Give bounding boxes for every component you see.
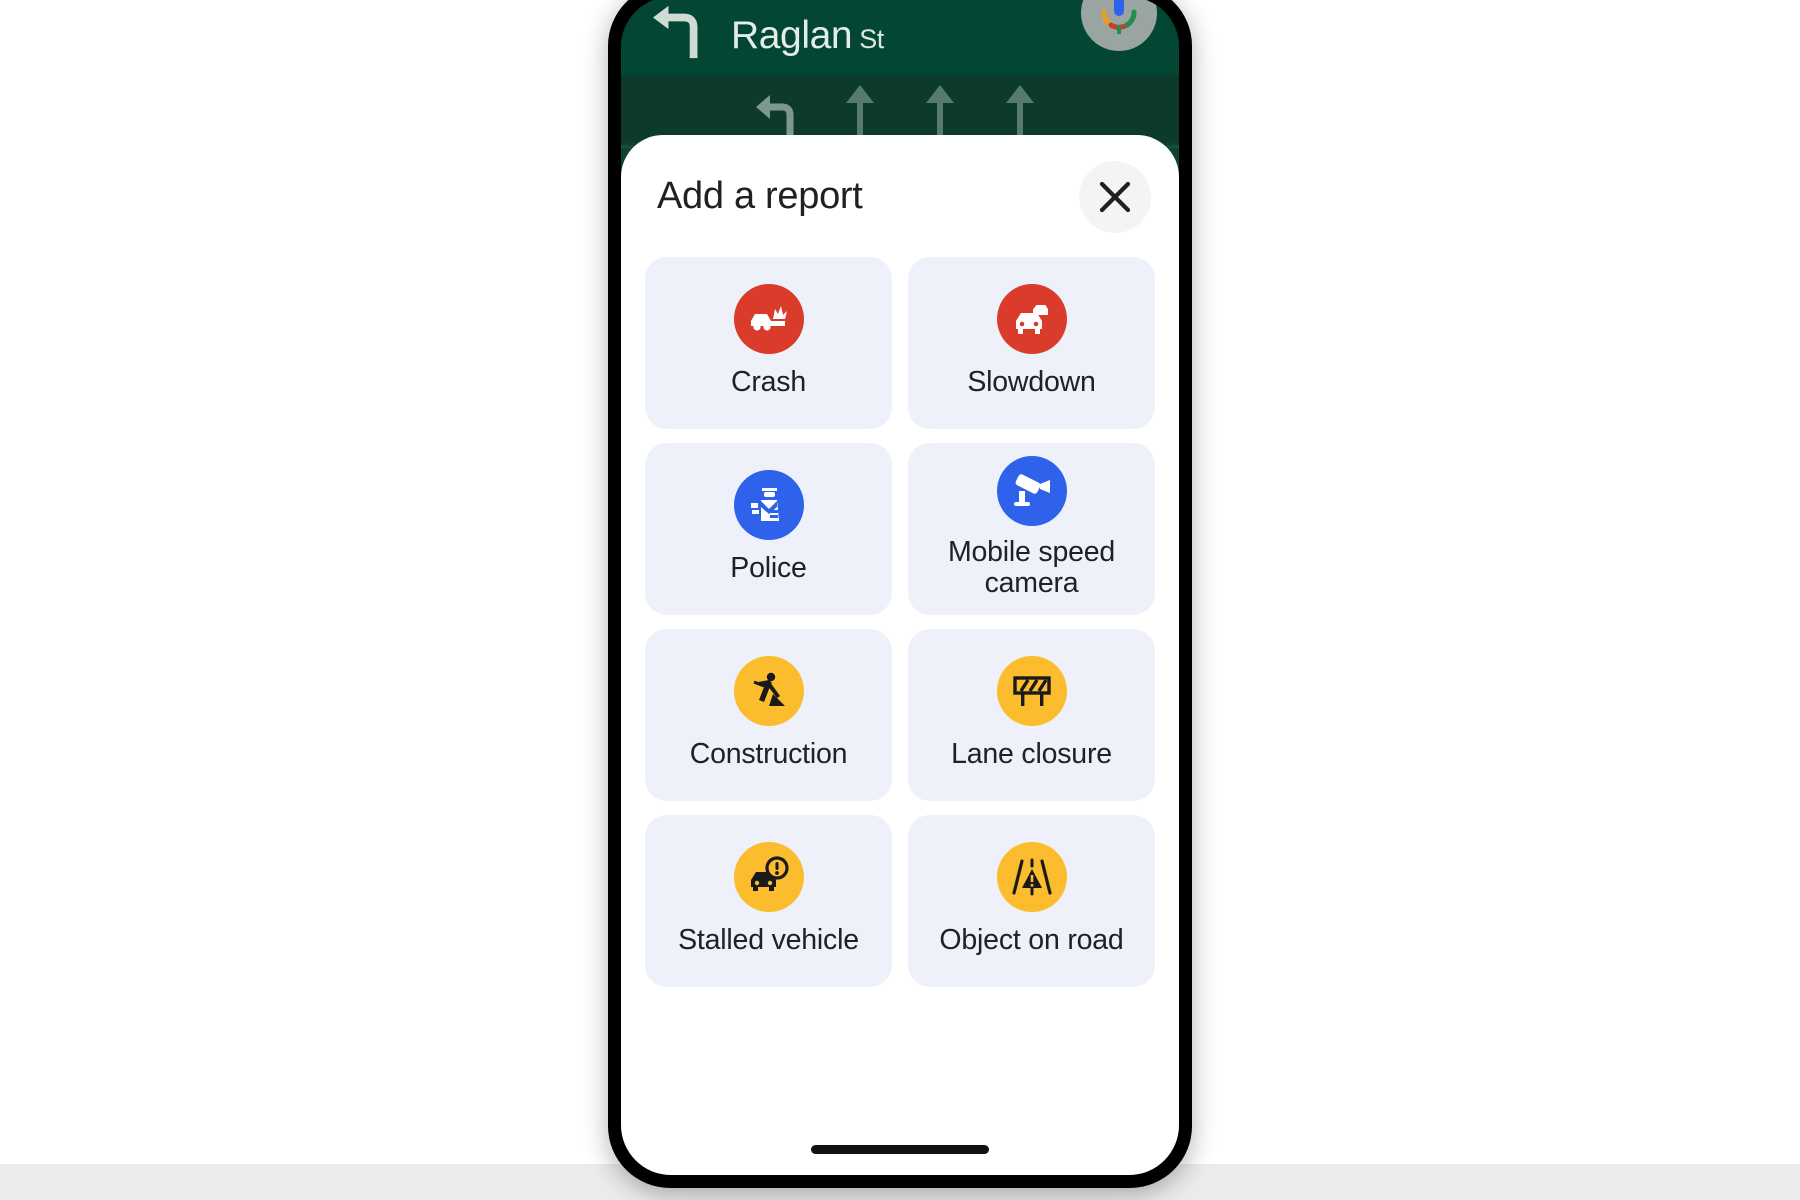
crash-glyph: [750, 306, 787, 331]
sheet-header: Add a report: [643, 135, 1157, 257]
slowdown-glyph: [1015, 303, 1050, 335]
report-option-label: Lane closure: [951, 738, 1112, 771]
report-option-label: Slowdown: [967, 366, 1096, 399]
report-option-police[interactable]: Police: [645, 443, 892, 615]
lane-guidance-band: [621, 75, 1179, 143]
street-suffix-text: St: [859, 24, 884, 54]
report-option-label: Construction: [689, 738, 848, 771]
street-name: Raglan St: [731, 14, 884, 58]
crash-icon: [733, 284, 804, 355]
report-option-stalled-vehicle[interactable]: Stalled vehicle: [645, 815, 892, 987]
report-option-label: Police: [730, 552, 807, 585]
report-option-crash[interactable]: Crash: [645, 257, 892, 429]
lane-straight-icon: [926, 85, 954, 139]
screenshot-root: Raglan St Add a report Crash Slowdown Po…: [0, 0, 1800, 1200]
phone-screen: Raglan St Add a report Crash Slowdown Po…: [621, 0, 1179, 1175]
lane-turn-left-icon: [756, 95, 794, 139]
lane-straight-icon: [846, 85, 874, 139]
object-on-road-glyph: [1011, 858, 1052, 896]
stalled-vehicle-icon: [733, 842, 804, 913]
google-assistant-mic-icon: [1101, 0, 1137, 34]
lane-closure-icon: [996, 656, 1067, 727]
police-glyph: [750, 488, 779, 522]
street-name-text: Raglan: [731, 14, 853, 57]
report-option-label: Object on road: [939, 924, 1124, 957]
turn-left-arrow-icon: [653, 5, 698, 59]
report-option-label: Stalled vehicle: [678, 924, 859, 957]
report-option-object-on-road[interactable]: Object on road: [908, 815, 1155, 987]
close-button[interactable]: [1079, 161, 1151, 233]
page-title: Add a report: [657, 174, 863, 217]
construction-icon: [733, 656, 804, 727]
slowdown-icon: [996, 284, 1067, 355]
report-option-label: Crash: [730, 366, 807, 399]
report-options-grid: Crash Slowdown Police Mobile speed camer…: [643, 257, 1157, 987]
close-icon: [1099, 181, 1131, 213]
home-indicator[interactable]: [811, 1145, 989, 1154]
report-option-slowdown[interactable]: Slowdown: [908, 257, 1155, 429]
speed-camera-icon: [996, 455, 1067, 526]
police-icon: [733, 470, 804, 541]
phone-frame: Raglan St Add a report Crash Slowdown Po…: [608, 0, 1192, 1188]
report-option-mobile-speed-camera[interactable]: Mobile speed camera: [908, 443, 1155, 615]
report-option-lane-closure[interactable]: Lane closure: [908, 629, 1155, 801]
assistant-mic-button[interactable]: [1081, 0, 1157, 51]
lane-closure-glyph: [1012, 676, 1051, 707]
add-report-sheet: Add a report Crash Slowdown Police Mobil…: [621, 135, 1179, 1175]
object-on-road-icon: [996, 842, 1067, 913]
construction-glyph: [752, 672, 785, 707]
report-option-label: Mobile speed camera: [947, 535, 1116, 599]
lane-straight-icon: [1006, 85, 1034, 139]
speed-camera-glyph: [1013, 473, 1050, 506]
report-option-construction[interactable]: Construction: [645, 629, 892, 801]
navigation-bar: Raglan St: [621, 0, 1179, 75]
stalled-vehicle-glyph: [750, 856, 789, 892]
